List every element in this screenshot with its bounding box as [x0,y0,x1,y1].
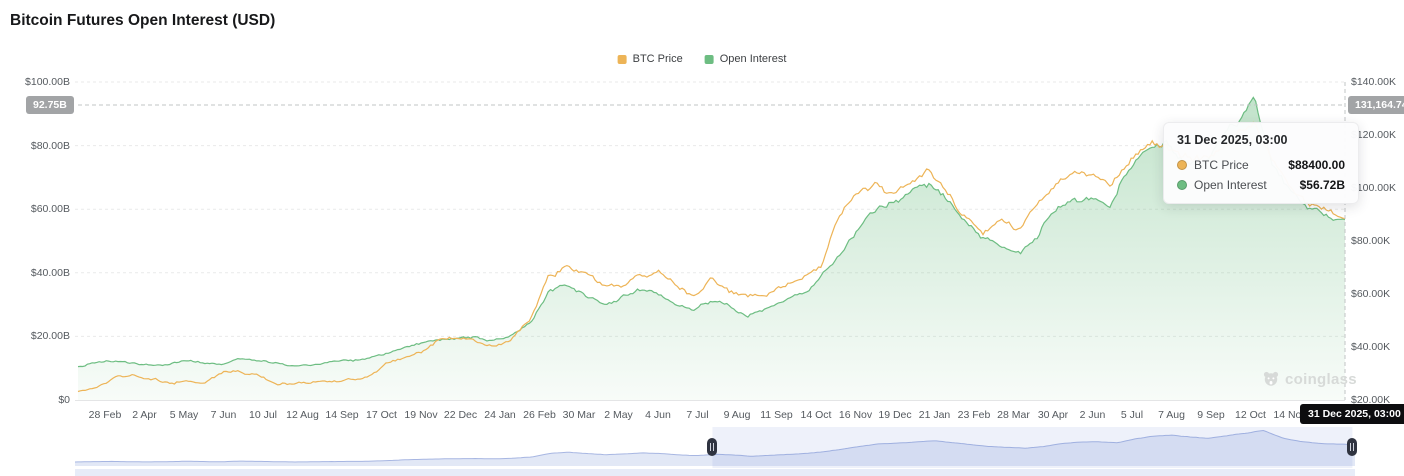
x-axis-tick: 28 Feb [88,409,122,421]
navigator-track [75,469,1355,476]
x-axis-tick: 7 Aug [1158,409,1185,421]
x-axis-tick: 10 Jul [248,409,278,421]
x-axis-tick: 11 Sep [760,409,793,421]
tooltip-value-btc-price: $88400.00 [1288,158,1345,172]
left-axis-tick: $20.00B [30,330,70,343]
x-axis-tick: 5 Jul [1120,409,1144,421]
x-axis-tick: 12 Aug [286,409,319,421]
watermark-text: coinglass [1285,370,1357,388]
left-axis-tick: $0 [58,394,70,406]
x-axis-tick: 24 Jan [484,409,516,421]
x-axis-tick: 17 Oct [366,409,397,421]
left-axis-tick: $100.00B [25,76,70,88]
chart-canvas[interactable] [0,0,1404,476]
open-interest-area [78,97,1345,401]
x-axis-tick: 28 Mar [997,409,1030,421]
x-axis-tick: 21 Jan [918,409,951,421]
x-axis-tick: 30 Mar [562,409,596,421]
x-axis-tick: 19 Nov [404,409,438,421]
crosshair-date-badge: 31 Dec 2025, 03:00 [1300,404,1404,424]
x-axis-tick: 2 Jun [1079,409,1106,421]
open-interest-dot-icon [1177,180,1187,190]
x-axis-tick: 30 Apr [1037,409,1069,421]
tooltip-label-btc-price: BTC Price [1194,158,1249,172]
x-axis-tick: 19 Dec [878,409,912,421]
crosshair-right-badge: 131,164.74 [1348,96,1404,115]
x-axis-tick: 12 Oct [1235,409,1266,421]
left-axis-tick: $40.00B [30,266,70,279]
right-axis-tick: $140.00K [1351,76,1396,88]
x-axis-tick: 7 Jul [686,409,709,421]
tooltip-label-open-interest: Open Interest [1194,178,1267,192]
x-axis-tick: 14 Oct [800,409,832,421]
x-axis-tick: 2 Apr [132,409,157,421]
x-axis-tick: 23 Feb [957,409,991,421]
watermark: coinglass [1262,370,1357,388]
left-axis-tick: $60.00B [30,203,70,216]
crosshair-left-badge: 92.75B [26,96,74,115]
left-axis-tick: $80.00B [30,139,70,152]
coinglass-logo-icon [1263,371,1279,386]
tooltip-value-open-interest: $56.72B [1299,178,1345,192]
x-axis-tick: 9 Aug [723,409,751,421]
right-axis: $140.00K $120.00K $100.00K $80.00K $60.00K $4… [1351,0,1404,420]
tooltip-date: 31 Dec 2025, 03:00 [1177,133,1288,147]
tooltip: 31 Dec 2025, 03:00 BTC Price $88400.00 O… [1163,122,1359,204]
x-axis-tick: 22 Dec [443,409,478,421]
x-axis-tick: 16 Nov [838,409,873,421]
right-axis-tick: $60.00K [1351,288,1391,300]
x-axis-tick: 7 Jun [210,409,237,421]
x-axis-tick: 5 May [169,409,199,421]
brush-handle-left[interactable] [707,438,718,456]
chart-panel: Bitcoin Futures Open Interest (USD) BTC … [0,0,1404,476]
navigator-selected-range[interactable] [712,427,1353,468]
btc-price-dot-icon [1177,160,1187,170]
x-axis-tick: 14 Sep [325,409,359,421]
right-axis-tick: $80.00K [1351,235,1391,247]
right-axis-tick: $40.00K [1351,341,1391,353]
x-axis-tick: 26 Feb [523,409,556,421]
x-axis-tick: 2 May [604,409,633,421]
x-axis-tick: 9 Sep [1197,409,1225,421]
tooltip-row-btc-price: BTC Price $88400.00 [1177,158,1345,172]
x-axis: 28 Feb 2 Apr 5 May 7 Jun 10 Jul 12 Aug 14 Sep 1… [0,409,1404,425]
x-axis-tick: 4 Jun [645,409,671,421]
left-axis: $100.00B $80.00B $60.00B $40.00B $20.00B $0 [0,0,70,420]
brush-handle-right[interactable] [1347,438,1358,456]
tooltip-row-open-interest: Open Interest $56.72B [1177,178,1345,192]
